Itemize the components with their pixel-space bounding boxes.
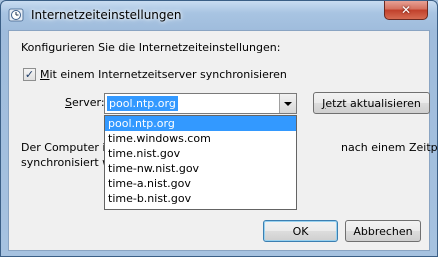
combobox-dropdown-button[interactable] bbox=[279, 94, 296, 113]
server-combobox-value[interactable]: pool.ntp.org bbox=[107, 96, 178, 111]
cancel-button[interactable]: Abbrechen bbox=[345, 220, 421, 242]
ok-button[interactable]: OK bbox=[263, 220, 338, 242]
description-line-1-end: nach einem Zeitplan bbox=[341, 141, 438, 154]
server-label: Server: bbox=[65, 96, 105, 109]
clock-icon bbox=[8, 8, 24, 22]
title-bar[interactable]: Internetzeiteinstellungen ✕ bbox=[1, 1, 437, 29]
update-now-button[interactable]: Jetzt aktualisieren bbox=[313, 92, 430, 114]
dropdown-option[interactable]: time-b.nist.gov bbox=[105, 191, 296, 206]
dropdown-option[interactable]: time-nw.nist.gov bbox=[105, 161, 296, 176]
sync-checkbox-label[interactable]: Mit einem Internetzeitserver synchronisi… bbox=[40, 68, 287, 81]
window-title: Internetzeiteinstellungen bbox=[31, 8, 182, 22]
dialog-window: Internetzeiteinstellungen ✕ Konfiguriere… bbox=[0, 0, 438, 257]
dialog-content: Konfigurieren Sie die Internetzeiteinste… bbox=[8, 30, 437, 251]
dropdown-option[interactable]: time.windows.com bbox=[105, 131, 296, 146]
settings-heading: Konfigurieren Sie die Internetzeiteinste… bbox=[21, 41, 281, 54]
server-combobox[interactable]: pool.ntp.org bbox=[104, 93, 297, 114]
close-icon: ✕ bbox=[400, 3, 412, 17]
server-dropdown-list[interactable]: pool.ntp.org time.windows.com time.nist.… bbox=[104, 115, 297, 210]
close-button[interactable]: ✕ bbox=[384, 1, 428, 20]
chevron-down-icon bbox=[284, 101, 292, 106]
sync-checkbox[interactable]: ✓ bbox=[23, 68, 36, 81]
sync-checkbox-row[interactable]: ✓ Mit einem Internetzeitserver synchroni… bbox=[23, 68, 287, 81]
dropdown-option[interactable]: time.nist.gov bbox=[105, 146, 296, 161]
checkmark-icon: ✓ bbox=[24, 68, 35, 81]
dropdown-option[interactable]: pool.ntp.org bbox=[105, 116, 296, 131]
dropdown-option[interactable]: time-a.nist.gov bbox=[105, 176, 296, 191]
